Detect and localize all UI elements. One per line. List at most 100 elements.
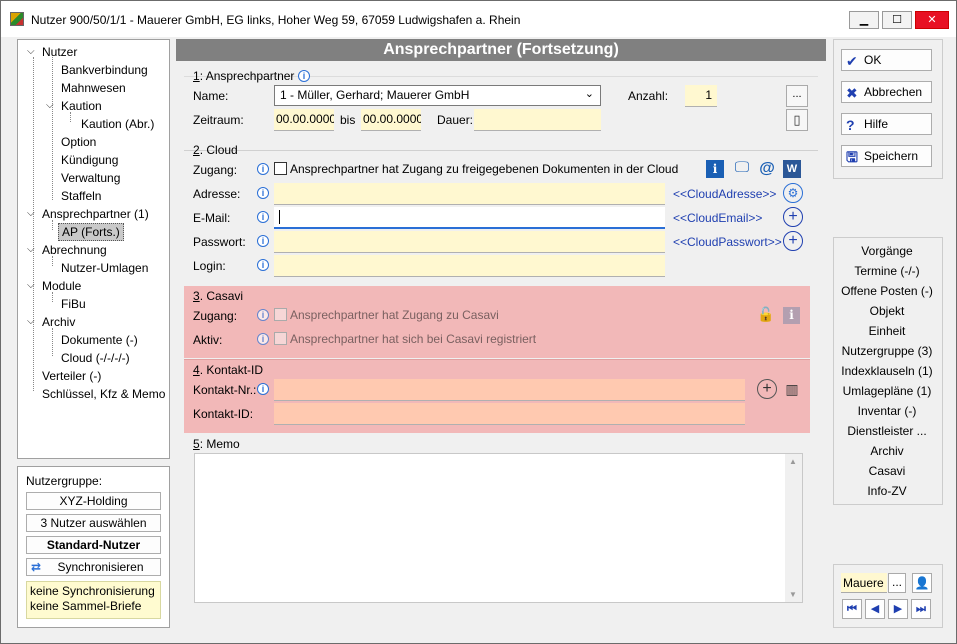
collapse-icon[interactable]: ⌵ bbox=[27, 280, 35, 291]
monitor-icon[interactable]: 🖵 bbox=[732, 160, 752, 178]
tree-item-fibu[interactable]: FiBu bbox=[61, 296, 86, 312]
casavi-zugang-checkbox[interactable] bbox=[274, 308, 287, 321]
adresse-field[interactable] bbox=[274, 183, 665, 205]
cloud-zugang-checkbox[interactable] bbox=[274, 162, 287, 175]
cloud-email-link[interactable]: <<CloudEmail>> bbox=[673, 211, 762, 225]
contact-book-icon[interactable]: ▥ bbox=[782, 379, 802, 399]
tree-item-schluessel[interactable]: Schlüssel, Kfz & Memo bbox=[42, 386, 165, 402]
tree-item-abrechnung[interactable]: Abrechnung bbox=[42, 242, 107, 258]
link-termine[interactable]: Termine (-/-) bbox=[834, 264, 940, 278]
add-icon[interactable]: + bbox=[757, 379, 777, 399]
link-umlageplaene[interactable]: Umlagepläne (1) bbox=[834, 384, 940, 398]
record-search-button[interactable]: ... bbox=[888, 573, 906, 593]
info-icon[interactable]: i bbox=[298, 70, 310, 82]
login-field[interactable] bbox=[274, 255, 665, 277]
tree-item-verwaltung[interactable]: Verwaltung bbox=[61, 170, 120, 186]
add-icon[interactable]: + bbox=[783, 207, 803, 227]
nutzer-auswaehlen-button[interactable]: 3 Nutzer auswählen bbox=[26, 514, 161, 532]
tree-item-kaution[interactable]: Kaution bbox=[61, 98, 102, 114]
kontakt-nr-field[interactable] bbox=[274, 379, 745, 401]
name-select[interactable]: 1 - Müller, Gerhard; Mauerer GmbH ⌄ bbox=[274, 85, 601, 106]
info-icon[interactable]: i bbox=[257, 211, 269, 223]
zeitraum-from[interactable]: 00.00.0000 bbox=[274, 109, 334, 131]
kontakt-id-field[interactable] bbox=[274, 403, 745, 425]
speichern-button[interactable]: 🖫 Speichern bbox=[841, 145, 932, 167]
collapse-icon[interactable]: ⌵ bbox=[27, 244, 35, 255]
dauer-field[interactable] bbox=[474, 109, 601, 131]
link-inventar[interactable]: Inventar (-) bbox=[834, 404, 940, 418]
info-icon[interactable]: i bbox=[257, 383, 269, 395]
scroll-up-icon[interactable]: ▲ bbox=[789, 457, 797, 466]
link-indexklauseln[interactable]: Indexklauseln (1) bbox=[834, 364, 940, 378]
link-vorgaenge[interactable]: Vorgänge bbox=[834, 244, 940, 258]
tree-item-kuendigung[interactable]: Kündigung bbox=[61, 152, 118, 168]
at-icon[interactable]: @ bbox=[758, 160, 776, 178]
link-einheit[interactable]: Einheit bbox=[834, 324, 940, 338]
tree-item-module[interactable]: Module bbox=[42, 278, 81, 294]
clipboard-icon[interactable]: ▯ bbox=[786, 109, 808, 131]
memo-textarea[interactable]: ▲ ▼ bbox=[194, 453, 803, 603]
collapse-icon[interactable]: ⌵ bbox=[27, 208, 35, 219]
tree-item-ansprechpartner[interactable]: Ansprechpartner (1) bbox=[42, 206, 149, 222]
add-icon[interactable]: + bbox=[783, 231, 803, 251]
info-box-icon[interactable]: i bbox=[706, 160, 724, 178]
tree-item-ap-forts[interactable]: AP (Forts.) bbox=[58, 223, 124, 241]
standard-nutzer-button[interactable]: Standard-Nutzer bbox=[26, 536, 161, 554]
tree-item-nutzer-umlagen[interactable]: Nutzer-Umlagen bbox=[61, 260, 148, 276]
info-icon[interactable]: i bbox=[257, 163, 269, 175]
cloud-adresse-link[interactable]: <<CloudAdresse>> bbox=[673, 187, 776, 201]
link-offene-posten[interactable]: Offene Posten (-) bbox=[834, 284, 940, 298]
memo-scrollbar[interactable]: ▲ ▼ bbox=[785, 454, 802, 602]
maximize-button[interactable]: ☐ bbox=[882, 11, 912, 29]
tree-item-bankverbindung[interactable]: Bankverbindung bbox=[61, 62, 148, 78]
passwort-field[interactable] bbox=[274, 231, 665, 253]
info-icon[interactable]: i bbox=[257, 309, 269, 321]
gear-icon[interactable]: ⚙ bbox=[783, 183, 803, 203]
abbrechen-button[interactable]: ✖ Abbrechen bbox=[841, 81, 932, 103]
link-objekt[interactable]: Objekt bbox=[834, 304, 940, 318]
link-nutzergruppe[interactable]: Nutzergruppe (3) bbox=[834, 344, 940, 358]
word-icon[interactable]: W bbox=[783, 160, 801, 178]
next-record-button[interactable]: ▶ bbox=[888, 599, 908, 619]
info-icon[interactable]: i bbox=[257, 333, 269, 345]
last-record-button[interactable]: ⏭ bbox=[911, 599, 931, 619]
unlock-icon[interactable]: 🔓 bbox=[756, 306, 776, 324]
info-icon[interactable]: i bbox=[257, 259, 269, 271]
close-button[interactable]: ✕ bbox=[915, 11, 949, 29]
tree-item-staffeln[interactable]: Staffeln bbox=[61, 188, 101, 204]
user-icon[interactable]: 👤 bbox=[912, 573, 932, 593]
link-info-zv[interactable]: Info-ZV bbox=[834, 484, 940, 498]
minimize-button[interactable]: ▁ bbox=[849, 11, 879, 29]
tree-item-nutzer[interactable]: Nutzer bbox=[42, 44, 77, 60]
tree-item-option[interactable]: Option bbox=[61, 134, 96, 150]
first-record-button[interactable]: ⏮ bbox=[842, 599, 862, 619]
link-archiv[interactable]: Archiv bbox=[834, 444, 940, 458]
cloud-passwort-link[interactable]: <<CloudPasswort>> bbox=[673, 235, 782, 249]
casavi-aktiv-checkbox[interactable] bbox=[274, 332, 287, 345]
ok-button[interactable]: ✔ OK bbox=[841, 49, 932, 71]
tree-item-mahnwesen[interactable]: Mahnwesen bbox=[61, 80, 126, 96]
collapse-icon[interactable]: ⌵ bbox=[27, 46, 35, 57]
info-box-icon[interactable]: i bbox=[783, 307, 800, 324]
hilfe-button[interactable]: ? Hilfe bbox=[841, 113, 932, 135]
tree-item-archiv[interactable]: Archiv bbox=[42, 314, 75, 330]
synchronisieren-button[interactable]: ⇄ Synchronisieren bbox=[26, 558, 161, 576]
link-casavi[interactable]: Casavi bbox=[834, 464, 940, 478]
tree-item-dokumente[interactable]: Dokumente (-) bbox=[61, 332, 138, 348]
anzahl-field[interactable]: 1 bbox=[685, 85, 717, 107]
zeitraum-to[interactable]: 00.00.0000 bbox=[361, 109, 421, 131]
scroll-down-icon[interactable]: ▼ bbox=[789, 590, 797, 599]
xyz-holding-button[interactable]: XYZ-Holding bbox=[26, 492, 161, 510]
link-dienstleister[interactable]: Dienstleister ... bbox=[834, 424, 940, 438]
info-icon[interactable]: i bbox=[257, 235, 269, 247]
tree-item-verteiler[interactable]: Verteiler (-) bbox=[42, 368, 101, 384]
record-search-field[interactable]: Mauere bbox=[841, 573, 887, 593]
collapse-icon[interactable]: ⌵ bbox=[27, 316, 35, 327]
email-field[interactable] bbox=[274, 207, 665, 229]
prev-record-button[interactable]: ◀ bbox=[865, 599, 885, 619]
more-button[interactable]: ... bbox=[786, 85, 808, 107]
tree-item-kaution-abr[interactable]: Kaution (Abr.) bbox=[81, 116, 154, 132]
tree-item-cloud[interactable]: Cloud (-/-/-/-) bbox=[61, 350, 130, 366]
collapse-icon[interactable]: ⌵ bbox=[46, 100, 54, 111]
info-icon[interactable]: i bbox=[257, 187, 269, 199]
